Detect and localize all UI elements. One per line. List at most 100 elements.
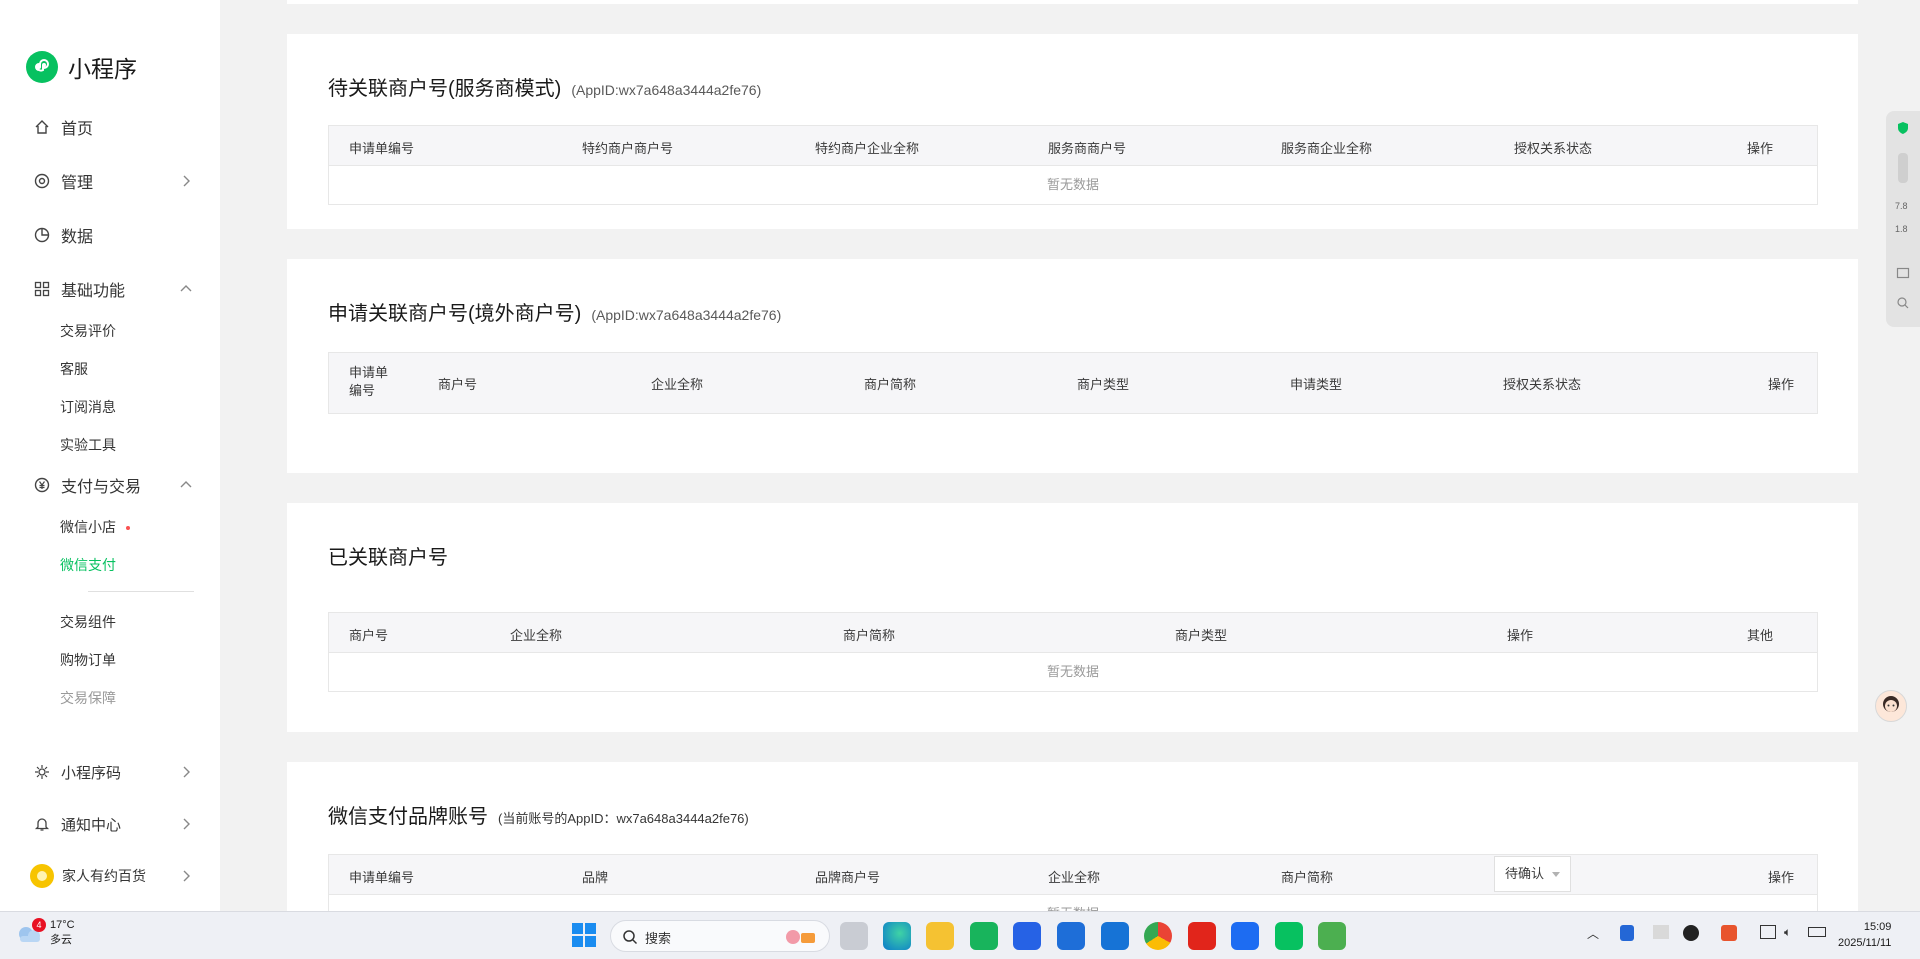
sidebar: 小程序 首页 管理 数据 基础功能 交易评价 客服 订阅消息 实验工具 支付与交…: [0, 0, 220, 911]
green-app-icon[interactable]: [970, 922, 998, 950]
column-header: 商户简称: [1281, 870, 1334, 885]
column-header: 企业全称: [510, 628, 563, 643]
nav-manage[interactable]: 管理: [0, 161, 220, 201]
table-header: 申请单编号 特约商户商户号 特约商户企业全称 服务商商户号 服务商企业全称 授权…: [329, 126, 1817, 166]
edge-dev-icon[interactable]: [1101, 922, 1129, 950]
card-title: 申请关联商户号(境外商户号) (AppID:wx7a648a3444a2fe76): [328, 297, 781, 326]
yen-icon: [33, 476, 51, 494]
system-clock[interactable]: 15:09 2025/11/11: [1838, 919, 1891, 951]
nav-qrcode[interactable]: 小程序码: [0, 752, 220, 792]
weather-temp: 17°C: [50, 919, 75, 931]
windows-taskbar: 4 17°C 多云 搜索 ︿ 🔈︎ 15:09 2025/11/11: [0, 911, 1920, 959]
qrcode-sun-icon: [33, 763, 51, 781]
card-title: 待关联商户号(服务商模式) (AppID:wx7a648a3444a2fe76): [328, 72, 761, 101]
weather-text: 17°C 多云: [50, 918, 75, 948]
nav-label: 管理: [61, 175, 94, 192]
sub-item-subscribe[interactable]: 订阅消息: [60, 397, 116, 417]
search-icon[interactable]: [1896, 296, 1910, 310]
task-view-icon[interactable]: [840, 922, 868, 950]
table-header: 申请单编号 商户号 企业全称 商户简称 商户类型 申请类型 授权关系状态 操作: [329, 353, 1817, 413]
column-header: 操作: [1768, 377, 1795, 392]
nav-account[interactable]: 家人有约百货: [0, 856, 220, 896]
card-apply-merchant: 申请关联商户号(境外商户号) (AppID:wx7a648a3444a2fe76)…: [287, 259, 1858, 473]
wechat-icon[interactable]: [1275, 922, 1303, 950]
file-explorer-icon[interactable]: [926, 922, 954, 950]
column-header: 其他: [1747, 628, 1774, 643]
chevron-up-icon: [180, 481, 192, 488]
chevron-right-icon: [183, 175, 190, 187]
weather-badge: 4: [32, 918, 46, 932]
clock-time: 15:09: [1863, 921, 1892, 933]
home-icon: [33, 118, 51, 136]
pending-table: 申请单编号 特约商户商户号 特约商户企业全称 服务商商户号 服务商企业全称 授权…: [328, 125, 1818, 205]
edge-browser-icon[interactable]: [883, 922, 911, 950]
card-appid: (当前账号的AppID：wx7a648a3444a2fe76): [498, 811, 749, 826]
empty-state: 暂无数据: [1046, 664, 1099, 679]
account-avatar-icon: [30, 864, 54, 888]
card-brand-account: 微信支付品牌账号 (当前账号的AppID：wx7a648a3444a2fe76) …: [287, 762, 1858, 911]
sub-item-lab-tools[interactable]: 实验工具: [60, 435, 116, 455]
tray-security-icon[interactable]: [1620, 925, 1634, 941]
column-header: 申请类型: [1290, 377, 1343, 392]
nav-basic-features[interactable]: 基础功能: [0, 269, 220, 309]
outlook-icon[interactable]: [1057, 922, 1085, 950]
cloud-icon: 4: [14, 918, 46, 946]
chevron-right-icon: [183, 766, 190, 778]
card-appid: (AppID:wx7a648a3444a2fe76): [591, 307, 782, 323]
card-previous: [287, 0, 1858, 4]
tray-chevron-up-icon[interactable]: ︿: [1587, 925, 1599, 942]
wps-icon[interactable]: [1188, 922, 1216, 950]
windows-start-icon[interactable]: [572, 923, 596, 947]
tray-input-method-icon[interactable]: [1721, 925, 1737, 941]
screenshot-icon[interactable]: [1896, 266, 1910, 280]
bell-icon: [33, 815, 51, 833]
nav-payment[interactable]: 支付与交易: [0, 465, 220, 505]
card-title: 微信支付品牌账号 (当前账号的AppID：wx7a648a3444a2fe76): [328, 800, 749, 829]
column-header: 商户号: [438, 377, 478, 392]
weather-widget[interactable]: 4 17°C 多云: [14, 918, 75, 948]
battery-icon[interactable]: [1808, 927, 1826, 937]
tray-app-icon[interactable]: [1653, 925, 1669, 939]
nav-notifications[interactable]: 通知中心: [0, 804, 220, 844]
taskbar-search[interactable]: 搜索: [610, 920, 830, 952]
assistant-avatar-icon[interactable]: [1875, 690, 1907, 722]
notification-dot: [126, 526, 130, 531]
chrome-icon[interactable]: [1144, 922, 1172, 950]
data-icon: [33, 226, 51, 244]
column-header: 申请单编号: [349, 870, 415, 885]
sub-item-wechat-shop[interactable]: 微信小店: [60, 517, 130, 537]
sub-item-wechat-pay[interactable]: 微信支付: [60, 555, 116, 575]
tray-close-icon[interactable]: [1683, 925, 1699, 941]
sub-item-reviews[interactable]: 交易评价: [60, 321, 116, 341]
nav-label: 小程序码: [61, 764, 122, 782]
search-icon: [623, 930, 638, 945]
column-header: 品牌商户号: [815, 870, 881, 885]
main-content: 待关联商户号(服务商模式) (AppID:wx7a648a3444a2fe76) …: [287, 0, 1858, 911]
network-monitor-widget[interactable]: 7.8 1.8: [1886, 111, 1920, 327]
nav-data[interactable]: 数据: [0, 215, 220, 255]
card-title-text: 申请关联商户号(境外商户号): [328, 303, 582, 325]
chevron-right-icon: [183, 818, 190, 830]
column-header: 授权关系状态: [1503, 377, 1582, 392]
blue-l-app-icon[interactable]: [1013, 922, 1041, 950]
column-header: 商户类型: [1175, 628, 1228, 643]
volume-icon[interactable]: 🔈︎: [1784, 925, 1791, 940]
devtools-icon[interactable]: [1318, 922, 1346, 950]
nav-home[interactable]: 首页: [0, 107, 220, 147]
network-icon[interactable]: [1760, 925, 1776, 939]
sub-item-service[interactable]: 客服: [60, 359, 88, 379]
status-filter-dropdown[interactable]: 待确认: [1494, 856, 1572, 892]
brand-table: 申请单编号 品牌 品牌商户号 企业全称 商户简称 待确认 操作 暂无数据: [328, 854, 1818, 911]
column-header: 企业全称: [651, 377, 704, 392]
nav-label: 支付与交易: [61, 479, 142, 496]
sub-item-trade-component[interactable]: 交易组件: [60, 612, 116, 632]
chevron-up-icon: [180, 285, 192, 292]
column-header: 服务商企业全称: [1281, 141, 1373, 156]
empty-state: 暂无数据: [1046, 177, 1099, 192]
feishu-icon[interactable]: [1231, 922, 1259, 950]
app-name: 小程序: [68, 56, 137, 82]
clock-date: 2025/11/11: [1838, 937, 1892, 949]
card-linked-merchant: 已关联商户号 商户号 企业全称 商户简称 商户类型 操作 其他 暂无数据: [287, 503, 1858, 732]
sub-item-guarantee[interactable]: 交易保障: [60, 688, 116, 708]
sub-item-orders[interactable]: 购物订单: [60, 650, 116, 670]
